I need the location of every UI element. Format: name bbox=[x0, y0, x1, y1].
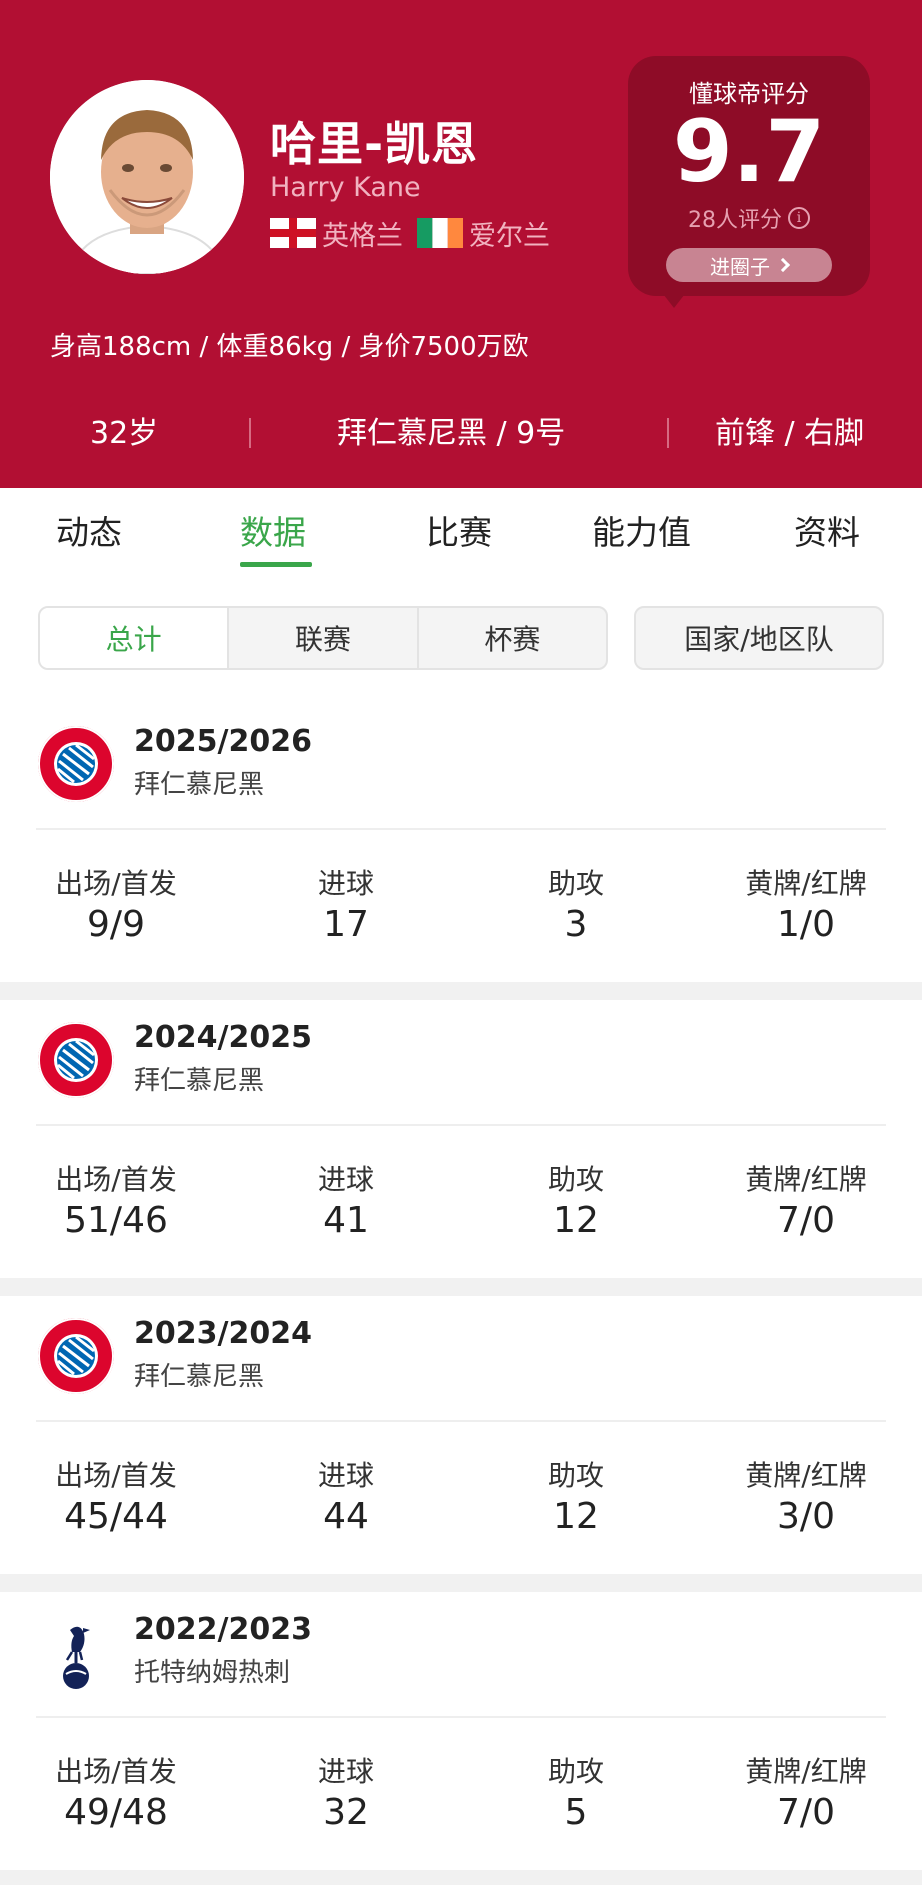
stat-label: 进球 bbox=[317, 867, 374, 900]
bayern-crest-icon bbox=[36, 1020, 116, 1100]
club-name: 拜仁慕尼黑 bbox=[134, 1362, 265, 1392]
active-tab-indicator bbox=[240, 562, 312, 567]
nation-label: 爱尔兰 bbox=[469, 220, 550, 252]
stat-label: 出场/首发 bbox=[55, 1459, 177, 1492]
stat-value: 1/0 bbox=[777, 904, 835, 945]
tab-matches[interactable]: 比赛 bbox=[426, 506, 492, 554]
filter-national-team[interactable]: 国家/地区队 bbox=[634, 606, 884, 670]
club-name: 拜仁慕尼黑 bbox=[134, 770, 265, 800]
stat-label: 助攻 bbox=[547, 1163, 604, 1196]
stat-label: 助攻 bbox=[547, 1459, 604, 1492]
card-divider bbox=[36, 1124, 886, 1126]
stat-value: 44 bbox=[323, 1496, 369, 1537]
season-card[interactable]: 2022/2023 托特纳姆热刺 出场/首发 49/48 进球 32 助攻 5 … bbox=[0, 1592, 922, 1870]
card-gap bbox=[0, 1870, 922, 1885]
stat-label: 助攻 bbox=[547, 1755, 604, 1788]
season-card[interactable]: 2025/2026 拜仁慕尼黑 出场/首发 9/9 进球 17 助攻 3 黄牌/… bbox=[0, 704, 922, 982]
stat-value: 5 bbox=[564, 1792, 588, 1833]
stat-label: 出场/首发 bbox=[55, 1163, 177, 1196]
season-card[interactable]: 2023/2024 拜仁慕尼黑 出场/首发 45/44 进球 44 助攻 12 … bbox=[0, 1296, 922, 1574]
tab-news[interactable]: 动态 bbox=[56, 506, 122, 554]
player-club-number[interactable]: 拜仁慕尼黑 / 9号 bbox=[337, 412, 565, 456]
info-icon[interactable]: i bbox=[788, 207, 810, 229]
tab-data[interactable]: 数据 bbox=[240, 506, 306, 554]
stat-label: 黄牌/红牌 bbox=[745, 1163, 867, 1196]
stat-value: 7/0 bbox=[777, 1200, 835, 1241]
competition-filter: 总计 联赛 杯赛 bbox=[38, 606, 608, 670]
player-name-cn: 哈里-凯恩 bbox=[270, 117, 479, 171]
stat-value: 9/9 bbox=[87, 904, 145, 945]
season-label: 2024/2025 bbox=[134, 1020, 312, 1055]
meta-divider bbox=[249, 418, 251, 448]
stat-value: 17 bbox=[323, 904, 369, 945]
stat-value: 51/46 bbox=[64, 1200, 168, 1241]
stat-label: 黄牌/红牌 bbox=[745, 867, 867, 900]
card-gap bbox=[0, 1278, 922, 1296]
stat-label: 进球 bbox=[317, 1755, 374, 1788]
chevron-right-icon bbox=[775, 257, 791, 273]
filter-league[interactable]: 联赛 bbox=[229, 608, 419, 668]
card-divider bbox=[36, 1420, 886, 1422]
stat-label: 黄牌/红牌 bbox=[745, 1755, 867, 1788]
season-label: 2022/2023 bbox=[134, 1612, 312, 1647]
rating-card: 懂球帝评分 9.7 28人评分 i 进圈子 bbox=[628, 56, 870, 296]
ireland-flag-icon bbox=[417, 218, 463, 248]
rating-score: 9.7 bbox=[672, 102, 826, 202]
tottenham-crest-icon bbox=[36, 1612, 116, 1692]
body-info: 身高188cm / 体重86kg / 身价7500万欧 bbox=[50, 332, 529, 362]
stat-label: 黄牌/红牌 bbox=[745, 1459, 867, 1492]
player-position-foot: 前锋 / 右脚 bbox=[715, 416, 865, 451]
stat-value: 7/0 bbox=[777, 1792, 835, 1833]
stat-label: 出场/首发 bbox=[55, 867, 177, 900]
card-divider bbox=[36, 1716, 886, 1718]
card-gap bbox=[0, 982, 922, 1000]
stat-label: 进球 bbox=[317, 1459, 374, 1492]
club-name: 托特纳姆热刺 bbox=[134, 1658, 291, 1688]
stat-value: 3 bbox=[564, 904, 588, 945]
stat-label: 进球 bbox=[317, 1163, 374, 1196]
rating-count: 28人评分 i bbox=[628, 202, 870, 234]
stat-value: 3/0 bbox=[777, 1496, 835, 1537]
season-label: 2023/2024 bbox=[134, 1316, 312, 1351]
rating-bubble-tail bbox=[660, 290, 688, 308]
player-avatar bbox=[50, 80, 244, 274]
player-age: 32岁 bbox=[90, 416, 159, 451]
player-header: 哈里-凯恩 Harry Kane 英格兰 爱尔兰 身高188cm / 体重86k… bbox=[0, 0, 922, 488]
stat-label: 助攻 bbox=[547, 867, 604, 900]
card-divider bbox=[36, 828, 886, 830]
nation-ireland[interactable]: 爱尔兰 bbox=[417, 216, 550, 252]
stat-value: 32 bbox=[323, 1792, 369, 1833]
stat-value: 12 bbox=[553, 1200, 599, 1241]
bayern-crest-icon bbox=[36, 724, 116, 804]
bayern-crest-icon bbox=[36, 1316, 116, 1396]
tab-ability[interactable]: 能力值 bbox=[592, 506, 691, 554]
stat-value: 41 bbox=[323, 1200, 369, 1241]
stat-value: 12 bbox=[553, 1496, 599, 1537]
card-gap bbox=[0, 1574, 922, 1592]
nation-label: 英格兰 bbox=[322, 220, 403, 252]
england-flag-icon bbox=[270, 218, 316, 248]
player-name-en: Harry Kane bbox=[270, 172, 421, 203]
filter-total[interactable]: 总计 bbox=[40, 608, 230, 668]
stat-value: 49/48 bbox=[64, 1792, 168, 1833]
stat-label: 出场/首发 bbox=[55, 1755, 177, 1788]
meta-divider bbox=[667, 418, 669, 448]
filter-cup[interactable]: 杯赛 bbox=[419, 608, 606, 668]
join-circle-button[interactable]: 进圈子 bbox=[666, 248, 832, 282]
tab-profile[interactable]: 资料 bbox=[794, 506, 860, 554]
join-circle-label: 进圈子 bbox=[710, 254, 770, 279]
rating-count-text: 28人评分 bbox=[688, 208, 782, 233]
stat-value: 45/44 bbox=[64, 1496, 168, 1537]
season-card[interactable]: 2024/2025 拜仁慕尼黑 出场/首发 51/46 进球 41 助攻 12 … bbox=[0, 1000, 922, 1278]
nation-england[interactable]: 英格兰 bbox=[270, 216, 403, 252]
season-label: 2025/2026 bbox=[134, 724, 312, 759]
club-name: 拜仁慕尼黑 bbox=[134, 1066, 265, 1096]
